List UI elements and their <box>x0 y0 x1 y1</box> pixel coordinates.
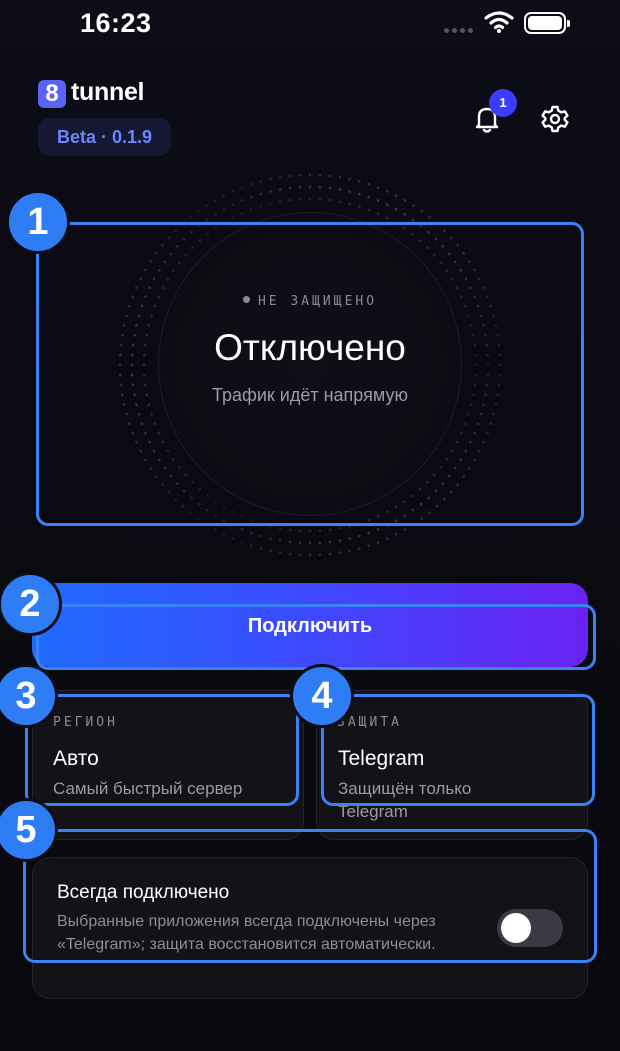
toggle-knob <box>501 913 531 943</box>
state-dot-icon <box>242 296 250 303</box>
region-description: Самый быстрый сервер <box>53 779 243 798</box>
connection-state-subtitle: Трафик идёт напрямую <box>212 385 408 405</box>
connection-state-title: Отключено <box>214 327 406 368</box>
annotation-number-5: 5 <box>0 798 58 862</box>
status-time: 16:23 <box>80 8 152 38</box>
annotation-number-2: 2 <box>0 572 62 636</box>
always-on-toggle[interactable] <box>497 909 563 947</box>
logo-icon: 8 <box>38 80 66 108</box>
protection-card[interactable]: ЗАЩИТА Telegram Защищён только Telegram <box>316 690 588 840</box>
region-card[interactable]: РЕГИОН Авто Самый быстрый сервер <box>32 690 304 840</box>
connection-state-label: НЕ ЗАЩИЩЕНО <box>0 294 620 309</box>
protection-kicker: ЗАЩИТА <box>337 715 402 730</box>
region-value: Авто <box>53 747 99 770</box>
always-on-description: Выбранные приложения всегда подключены ч… <box>57 913 436 953</box>
connect-button[interactable]: Подключить <box>32 583 588 667</box>
always-on-title: Всегда подключено <box>57 882 230 903</box>
version-badge: Beta · 0.1.9 <box>38 118 171 156</box>
logo-text: tunnel <box>71 78 145 106</box>
battery-icon <box>524 12 570 34</box>
notification-badge: 1 <box>489 89 517 117</box>
state-label-text: НЕ ЗАЩИЩЕНО <box>257 294 378 309</box>
region-kicker: РЕГИОН <box>53 715 118 730</box>
protection-description: Защищён только Telegram <box>338 779 472 821</box>
wifi-icon <box>484 11 514 33</box>
annotation-number-4: 4 <box>290 664 354 728</box>
protection-value: Telegram <box>338 747 425 770</box>
annotation-number-1: 1 <box>6 190 70 254</box>
gear-icon[interactable] <box>540 104 570 134</box>
cellular-dots-icon <box>444 28 476 34</box>
